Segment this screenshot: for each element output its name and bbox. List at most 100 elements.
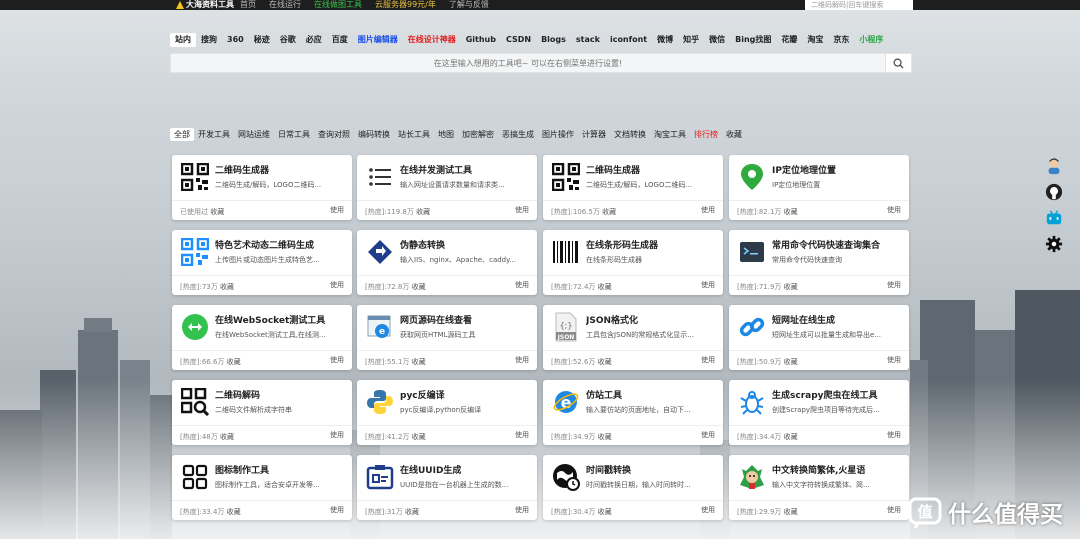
use-button[interactable]: 使用 bbox=[515, 430, 529, 440]
engine-tab-miji[interactable]: 秘迹 bbox=[249, 33, 275, 47]
tool-card-title[interactable]: 短网址在线生成 bbox=[772, 313, 904, 326]
engine-tab-stack[interactable]: stack bbox=[571, 33, 605, 47]
tool-card[interactable]: 二维码生成器 二维码生成/解码，LOGO二维码... [热度]:106.5万 收藏 使… bbox=[543, 155, 723, 220]
favorite-button[interactable]: 收藏 bbox=[784, 358, 798, 366]
tool-card-title[interactable]: 特色艺术动态二维码生成 bbox=[215, 238, 347, 251]
category-tab-query[interactable]: 查询对照 bbox=[314, 128, 354, 141]
favorite-button[interactable]: 收藏 bbox=[598, 433, 612, 441]
top-nav-feedback[interactable]: 了解与反馈 bbox=[449, 0, 489, 10]
use-button[interactable]: 使用 bbox=[330, 280, 344, 290]
tool-card-title[interactable]: 生成scrapy爬虫在线工具 bbox=[772, 388, 904, 401]
engine-tab-huaban[interactable]: 花瓣 bbox=[776, 33, 802, 47]
tool-card[interactable]: pyc反编译 pyc反编译,python反编译 [热度]:41.2万 收藏 使用 bbox=[357, 380, 537, 445]
tool-card[interactable]: 二维码生成器 二维码生成/解码，LOGO二维码... 已使用过 收藏 使用 bbox=[172, 155, 352, 220]
tool-card[interactable]: 伪静态转换 输入IIS、nginx、Apache、caddy... [热度]:72.… bbox=[357, 230, 537, 295]
engine-tab-sogou[interactable]: 搜狗 bbox=[196, 33, 222, 47]
top-nav-server[interactable]: 云服务器99元/年 bbox=[375, 0, 436, 10]
category-tab-map[interactable]: 地图 bbox=[434, 128, 458, 141]
engine-tab-taobao[interactable]: 淘宝 bbox=[802, 33, 828, 47]
favorite-button[interactable]: 收藏 bbox=[784, 283, 798, 291]
tool-card[interactable]: 在线WebSocket测试工具 在线WebSocket测试工具,在线测... [热度… bbox=[172, 305, 352, 370]
tool-card-title[interactable]: 二维码解码 bbox=[215, 388, 347, 401]
favorite-button[interactable]: 收藏 bbox=[405, 508, 419, 516]
use-button[interactable]: 使用 bbox=[701, 205, 715, 215]
favorite-button[interactable]: 收藏 bbox=[412, 358, 426, 366]
category-tab-crypto[interactable]: 加密解密 bbox=[458, 128, 498, 141]
tool-card-title[interactable]: IP定位地理位置 bbox=[772, 163, 904, 176]
favorite-button[interactable]: 收藏 bbox=[412, 283, 426, 291]
category-tab-taobao[interactable]: 淘宝工具 bbox=[650, 128, 690, 141]
favorite-button[interactable]: 收藏 bbox=[220, 433, 234, 441]
favorite-button[interactable]: 收藏 bbox=[227, 358, 241, 366]
tool-card[interactable]: e 网页源码在线查看 获取网页HTML源码工具 [热度]:55.1万 收藏 使用 bbox=[357, 305, 537, 370]
site-logo[interactable]: 大海资料工具 bbox=[176, 0, 234, 10]
tool-card[interactable]: 中文转换简繁体,火星语 输入中文字符转换成繁体、简... [热度]:29.9万 收藏… bbox=[729, 455, 909, 520]
tool-card-title[interactable]: 在线WebSocket测试工具 bbox=[215, 313, 347, 326]
avatar-icon[interactable] bbox=[1043, 155, 1065, 177]
tool-card[interactable]: 短网址在线生成 短网址生成可以批量生成和导出e... [热度]:50.9万 收藏 使用 bbox=[729, 305, 909, 370]
favorite-button[interactable]: 收藏 bbox=[220, 283, 234, 291]
tool-card[interactable]: 常用命令代码快速查询集合 常用命令代码快速查询 [热度]:71.9万 收藏 使用 bbox=[729, 230, 909, 295]
top-nav-home[interactable]: 首页 bbox=[240, 0, 256, 10]
favorite-button[interactable]: 收藏 bbox=[416, 208, 430, 216]
use-button[interactable]: 使用 bbox=[701, 280, 715, 290]
use-button[interactable]: 使用 bbox=[701, 505, 715, 515]
use-button[interactable]: 使用 bbox=[887, 280, 901, 290]
use-button[interactable]: 使用 bbox=[887, 430, 901, 440]
tool-card[interactable]: 生成scrapy爬虫在线工具 创建Scrapy爬虫项目等待完成后... [热度]:3… bbox=[729, 380, 909, 445]
engine-tab-baidu[interactable]: 百度 bbox=[327, 33, 353, 47]
category-tab-encode[interactable]: 编码转换 bbox=[354, 128, 394, 141]
favorite-button[interactable]: 收藏 bbox=[784, 208, 798, 216]
top-nav-drawing[interactable]: 在线做图工具 bbox=[314, 0, 362, 10]
engine-tab-weixin[interactable]: 微信 bbox=[704, 33, 730, 47]
tool-card-title[interactable]: pyc反编译 bbox=[400, 388, 532, 401]
use-button[interactable]: 使用 bbox=[701, 355, 715, 365]
use-button[interactable]: 使用 bbox=[330, 205, 344, 215]
use-button[interactable]: 使用 bbox=[515, 205, 529, 215]
favorite-button[interactable]: 收藏 bbox=[784, 508, 798, 516]
tool-card[interactable]: IP定位地理位置 IP定位地理位置 [热度]:82.1万 收藏 使用 bbox=[729, 155, 909, 220]
use-button[interactable]: 使用 bbox=[887, 355, 901, 365]
tool-card[interactable]: 时间戳转换 时间戳转换日期，输入时间转时... [热度]:30.4万 收藏 使用 bbox=[543, 455, 723, 520]
engine-tab-miniprogram[interactable]: 小程序 bbox=[854, 33, 888, 47]
favorite-button[interactable]: 收藏 bbox=[598, 358, 612, 366]
tool-card-title[interactable]: 常用命令代码快速查询集合 bbox=[772, 238, 904, 251]
gear-icon[interactable] bbox=[1043, 233, 1065, 255]
category-tab-all[interactable]: 全部 bbox=[170, 128, 194, 141]
tool-card-title[interactable]: 在线条形码生成器 bbox=[586, 238, 718, 251]
use-button[interactable]: 使用 bbox=[515, 280, 529, 290]
top-nav-run[interactable]: 在线运行 bbox=[269, 0, 301, 10]
tool-card-title[interactable]: 二维码生成器 bbox=[586, 163, 718, 176]
tool-card-title[interactable]: 在线UUID生成 bbox=[400, 463, 532, 476]
tool-card-title[interactable]: JSON格式化 bbox=[586, 313, 718, 326]
favorite-button[interactable]: 收藏 bbox=[598, 508, 612, 516]
search-button[interactable] bbox=[885, 54, 911, 72]
category-tab-ranking[interactable]: 排行榜 bbox=[690, 128, 722, 141]
engine-tab-github[interactable]: Github bbox=[461, 33, 501, 47]
use-button[interactable]: 使用 bbox=[887, 205, 901, 215]
category-tab-dev[interactable]: 开发工具 bbox=[194, 128, 234, 141]
tool-card[interactable]: 图标制作工具 图标制作工具，适合安卓开发等... [热度]:33.4万 收藏 使用 bbox=[172, 455, 352, 520]
engine-tab-bing[interactable]: 必应 bbox=[301, 33, 327, 47]
engine-tab-site[interactable]: 站内 bbox=[170, 33, 196, 47]
engine-tab-iconfont[interactable]: iconfont bbox=[605, 33, 652, 47]
top-search-input[interactable]: 二维码解码|回车键搜索 bbox=[805, 0, 913, 10]
favorite-button[interactable]: 收藏 bbox=[412, 433, 426, 441]
engine-tab-csdn[interactable]: CSDN bbox=[501, 33, 536, 47]
category-tab-favorites[interactable]: 收藏 bbox=[722, 128, 746, 141]
favorite-button[interactable]: 收藏 bbox=[784, 433, 798, 441]
use-button[interactable]: 使用 bbox=[515, 505, 529, 515]
favorite-button[interactable]: 收藏 bbox=[598, 283, 612, 291]
engine-tab-blogs[interactable]: Blogs bbox=[536, 33, 571, 47]
use-button[interactable]: 使用 bbox=[887, 505, 901, 515]
engine-tab-design[interactable]: 在线设计神器 bbox=[403, 33, 461, 47]
favorite-button[interactable]: 收藏 bbox=[227, 508, 241, 516]
engine-tab-weibo[interactable]: 微博 bbox=[652, 33, 678, 47]
category-tab-ops[interactable]: 网站运维 bbox=[234, 128, 274, 141]
tool-card-title[interactable]: 时间戳转换 bbox=[586, 463, 718, 476]
use-button[interactable]: 使用 bbox=[330, 430, 344, 440]
github-icon[interactable] bbox=[1043, 181, 1065, 203]
favorite-button[interactable]: 收藏 bbox=[602, 208, 616, 216]
tool-card-title[interactable]: 仿站工具 bbox=[586, 388, 718, 401]
main-search-input[interactable] bbox=[171, 54, 885, 72]
